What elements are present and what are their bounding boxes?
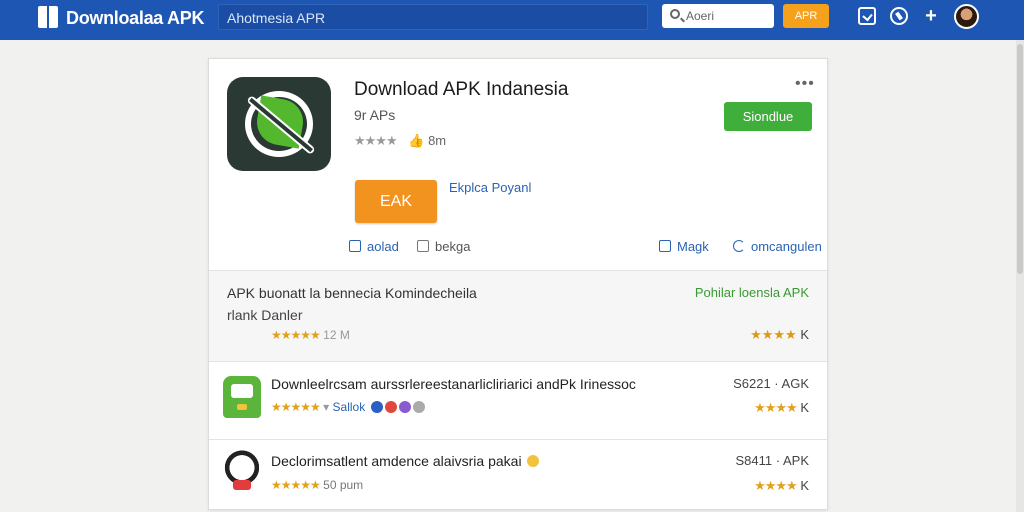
list-item-right-text: K xyxy=(800,478,809,493)
action-refresh[interactable]: omcangulen xyxy=(733,239,822,254)
list-item-meta: ★★★★★ ▾ Sallok xyxy=(271,400,425,414)
green-action-button[interactable]: Siondlue xyxy=(724,102,812,131)
list-item-right-rating: ★★★★ K xyxy=(754,478,809,494)
facebook-icon xyxy=(370,401,383,413)
search-icon xyxy=(670,9,680,19)
avatar[interactable] xyxy=(954,4,979,29)
more-options-icon[interactable]: ••• xyxy=(795,75,815,93)
gray-badge-icon xyxy=(412,401,425,413)
scrollbar-thumb[interactable] xyxy=(1017,44,1023,274)
secondary-search-input[interactable]: Aoeri xyxy=(662,4,774,28)
list-item-right-rating: ★★★★ K xyxy=(754,400,809,416)
app-icon xyxy=(227,77,331,171)
featured-right-stars: ★★★★ xyxy=(750,327,797,342)
action-upload[interactable]: aolad xyxy=(349,239,399,254)
square-icon xyxy=(417,240,429,252)
action-message[interactable]: Magk xyxy=(659,239,709,254)
purple-badge-icon xyxy=(398,401,411,413)
checkbox-icon[interactable] xyxy=(858,7,876,25)
list-item-price: S6221 · AGK xyxy=(733,376,809,391)
action-refresh-label: omcangulen xyxy=(751,239,822,254)
action-bekga[interactable]: bekga xyxy=(417,239,470,254)
list-item-stars: ★★★★★ xyxy=(271,400,321,414)
action-bekga-label: bekga xyxy=(435,239,471,254)
app-rating-stars: ★★★★ xyxy=(354,133,398,148)
compass-icon[interactable] xyxy=(890,7,908,25)
list-item-right-text: K xyxy=(800,400,809,415)
list-item-stars: ★★★★★ xyxy=(271,478,321,492)
list-item-meta-text: Sallok xyxy=(332,400,366,414)
app-rating-count: 8m xyxy=(428,133,447,148)
app-detail-card: Download APK Indanesia 9r APs ★★★★ 👍 8m … xyxy=(208,58,828,510)
featured-rating: ★★★★★ 12 M xyxy=(271,328,350,342)
featured-section[interactable]: APK buonatt la bennecia Komindecheila rl… xyxy=(209,270,827,362)
message-icon xyxy=(659,240,671,252)
pencil-icon xyxy=(349,240,361,252)
list-item-title: Downleelrcsam aurssrlereestanarlicliriar… xyxy=(271,376,636,392)
featured-stars: ★★★★★ xyxy=(271,328,321,342)
list-item-meta: ★★★★★ 50 pum xyxy=(271,478,363,492)
list-item-title-text: Declorimsatlent amdence alaivsria pakai xyxy=(271,453,522,469)
featured-green-link[interactable]: Pohilar loensla APK xyxy=(695,285,809,300)
app-subtitle: 9r APs xyxy=(354,107,396,123)
featured-right-text: K xyxy=(800,327,809,342)
list-item-price: S8411 · APK xyxy=(735,453,809,468)
top-bar: Downloalaa APK Ahotmesia APR Aoeri APR + xyxy=(0,0,1024,40)
list-item-right-stars: ★★★★ xyxy=(754,478,798,493)
main-search-value: Ahotmesia APR xyxy=(227,10,326,26)
featured-title: APK buonatt la bennecia Komindecheila xyxy=(227,285,477,301)
apr-button[interactable]: APR xyxy=(783,4,829,28)
list-item-right-stars: ★★★★ xyxy=(754,400,798,415)
action-upload-label: aolad xyxy=(367,239,399,254)
app-rating-row: ★★★★ 👍 8m xyxy=(354,133,446,149)
robot-icon xyxy=(223,376,261,418)
action-message-label: Magk xyxy=(677,239,709,254)
list-item[interactable]: Declorimsatlent amdence alaivsria pakai … xyxy=(209,440,827,511)
red-badge-icon xyxy=(384,401,397,413)
main-search-input[interactable]: Ahotmesia APR xyxy=(218,4,648,30)
explore-link[interactable]: Ekplca Poyanl xyxy=(449,180,531,195)
plus-icon[interactable]: + xyxy=(922,6,940,26)
app-logo-icon[interactable] xyxy=(38,6,58,28)
dropdown-icon: ▾ xyxy=(323,400,330,414)
featured-right-rating: ★★★★ K xyxy=(750,327,809,343)
thumbs-up-icon: 👍 xyxy=(408,133,425,148)
list-item[interactable]: Downleelrcsam aurssrlereestanarlicliriar… xyxy=(209,362,827,440)
refresh-icon xyxy=(733,240,745,252)
list-item-meta-text: 50 pum xyxy=(323,478,364,492)
panda-icon xyxy=(223,450,261,492)
featured-subtitle: rlank Danler xyxy=(227,307,303,323)
featured-rating-text: 12 M xyxy=(323,328,350,342)
list-item-title: Declorimsatlent amdence alaivsria pakai xyxy=(271,453,540,469)
secondary-search-placeholder: Aoeri xyxy=(686,9,715,23)
main-download-button[interactable]: EAK xyxy=(355,180,437,223)
smiley-icon xyxy=(527,455,540,467)
app-title: Download APK Indanesia xyxy=(354,79,569,100)
brand-title[interactable]: Downloalaa APK xyxy=(66,8,204,29)
